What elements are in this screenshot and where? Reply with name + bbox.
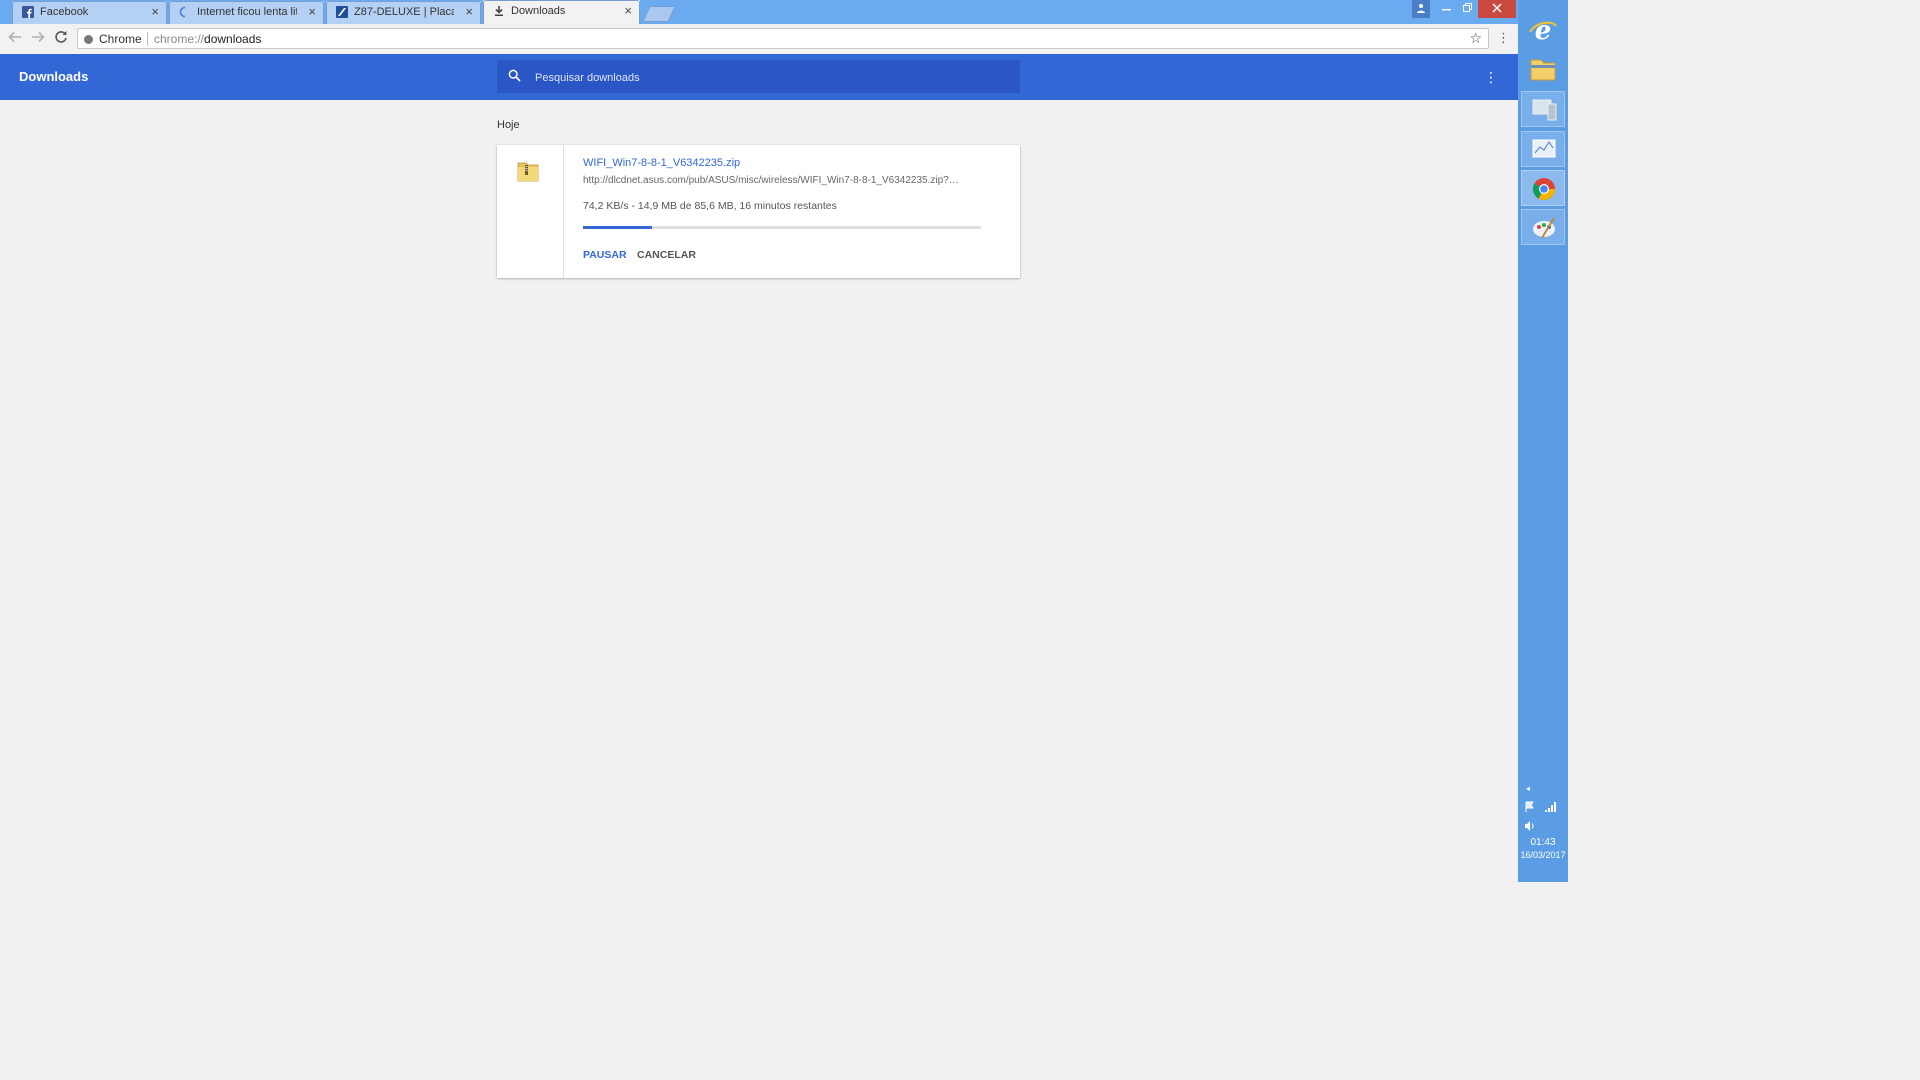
action-center-flag-icon[interactable] xyxy=(1524,801,1536,813)
volume-icon[interactable] xyxy=(1524,820,1536,832)
omnibox-divider xyxy=(147,32,148,46)
asus-icon xyxy=(336,6,348,18)
new-tab-button[interactable] xyxy=(642,6,676,22)
more-options-icon[interactable]: ⋮ xyxy=(1484,69,1498,86)
clock-date[interactable]: 16/03/2017 xyxy=(1518,850,1568,860)
back-icon[interactable] xyxy=(7,30,23,46)
zip-folder-icon xyxy=(517,162,539,182)
reload-icon[interactable] xyxy=(53,30,69,46)
file-icon-column xyxy=(497,145,564,278)
cancel-button[interactable]: CANCELAR xyxy=(637,249,696,261)
tab-title: Z87-DELUXE | Placas-mã xyxy=(354,6,454,18)
download-status: 74,2 KB/s - 14,9 MB de 85,6 MB, 16 minut… xyxy=(583,200,837,212)
site-chip-label: Chrome xyxy=(99,32,142,46)
file-explorer-icon[interactable] xyxy=(1521,52,1565,88)
paint-icon[interactable] xyxy=(1521,209,1565,245)
forward-icon[interactable] xyxy=(30,30,46,46)
show-hidden-icons-icon[interactable]: ◂ xyxy=(1518,784,1568,793)
bookmark-star-icon[interactable]: ☆ xyxy=(1469,30,1482,47)
file-source-url[interactable]: http://dlcdnet.asus.com/pub/ASUS/misc/wi… xyxy=(583,175,983,186)
svg-text:e: e xyxy=(1535,16,1552,46)
chrome-icon[interactable] xyxy=(1521,170,1565,206)
taskbar: e ◂ 01:43 16/03/2017 xyxy=(1518,0,1568,882)
tab-close-icon[interactable]: × xyxy=(308,4,316,19)
downloads-toolbar: Downloads ⋮ xyxy=(0,54,1518,100)
download-icon xyxy=(495,6,503,16)
search-input[interactable] xyxy=(533,68,1007,87)
tab-title: Downloads xyxy=(511,5,566,17)
omnibox[interactable]: Chrome chrome://downloads ☆ xyxy=(77,28,1489,49)
tab-close-icon[interactable]: × xyxy=(151,4,159,19)
minimize-icon[interactable] xyxy=(1436,0,1456,18)
tab-strip: Facebook × Internet ficou lenta litera ×… xyxy=(0,0,1518,24)
progress-bar xyxy=(583,226,981,229)
clock-time[interactable]: 01:43 xyxy=(1518,837,1568,848)
system-tray: ◂ 01:43 16/03/2017 xyxy=(1518,784,1568,860)
tray-row-volume xyxy=(1518,820,1568,832)
tray-row xyxy=(1518,801,1568,813)
url-path: downloads xyxy=(204,32,262,46)
computer-icon[interactable] xyxy=(1521,91,1565,127)
facebook-icon xyxy=(22,6,34,18)
progress-fill xyxy=(583,226,653,229)
restore-icon[interactable] xyxy=(1457,0,1477,18)
tab-close-icon[interactable]: × xyxy=(465,4,473,19)
pause-button[interactable]: PAUSAR xyxy=(583,249,627,261)
download-item-card: WIFI_Win7-8-8-1_V6342235.zip http://dlcd… xyxy=(497,145,1020,278)
search-icon[interactable] xyxy=(508,69,521,82)
tab-internet-lenta[interactable]: Internet ficou lenta litera × xyxy=(169,1,324,24)
search-box[interactable] xyxy=(497,60,1020,93)
tab-downloads[interactable]: Downloads × xyxy=(483,0,640,24)
internet-explorer-icon[interactable]: e xyxy=(1521,12,1565,48)
date-section-heading: Hoje xyxy=(497,119,520,131)
chrome-page-icon xyxy=(84,35,93,44)
site-chip[interactable]: Chrome xyxy=(84,32,142,46)
page-title: Downloads xyxy=(19,69,89,84)
chrome-menu-icon[interactable]: ⋮ xyxy=(1497,30,1510,46)
tab-close-icon[interactable]: × xyxy=(624,3,632,18)
tab-title: Facebook xyxy=(40,6,89,18)
url-scheme: chrome:// xyxy=(154,32,205,46)
close-window-icon[interactable] xyxy=(1478,0,1516,18)
network-signal-icon[interactable] xyxy=(1544,801,1556,813)
omnibox-url[interactable]: chrome://downloads xyxy=(154,32,261,46)
tab-facebook[interactable]: Facebook × xyxy=(12,1,167,24)
tab-z87-deluxe[interactable]: Z87-DELUXE | Placas-mã × xyxy=(326,1,481,24)
browser-toolbar: Chrome chrome://downloads ☆ ⋮ xyxy=(0,24,1518,55)
control-panel-icon[interactable] xyxy=(1521,131,1565,167)
loading-icon xyxy=(179,6,186,18)
tab-title: Internet ficou lenta litera xyxy=(197,6,297,18)
file-name-link[interactable]: WIFI_Win7-8-8-1_V6342235.zip xyxy=(583,157,740,169)
profile-icon[interactable] xyxy=(1412,0,1430,18)
